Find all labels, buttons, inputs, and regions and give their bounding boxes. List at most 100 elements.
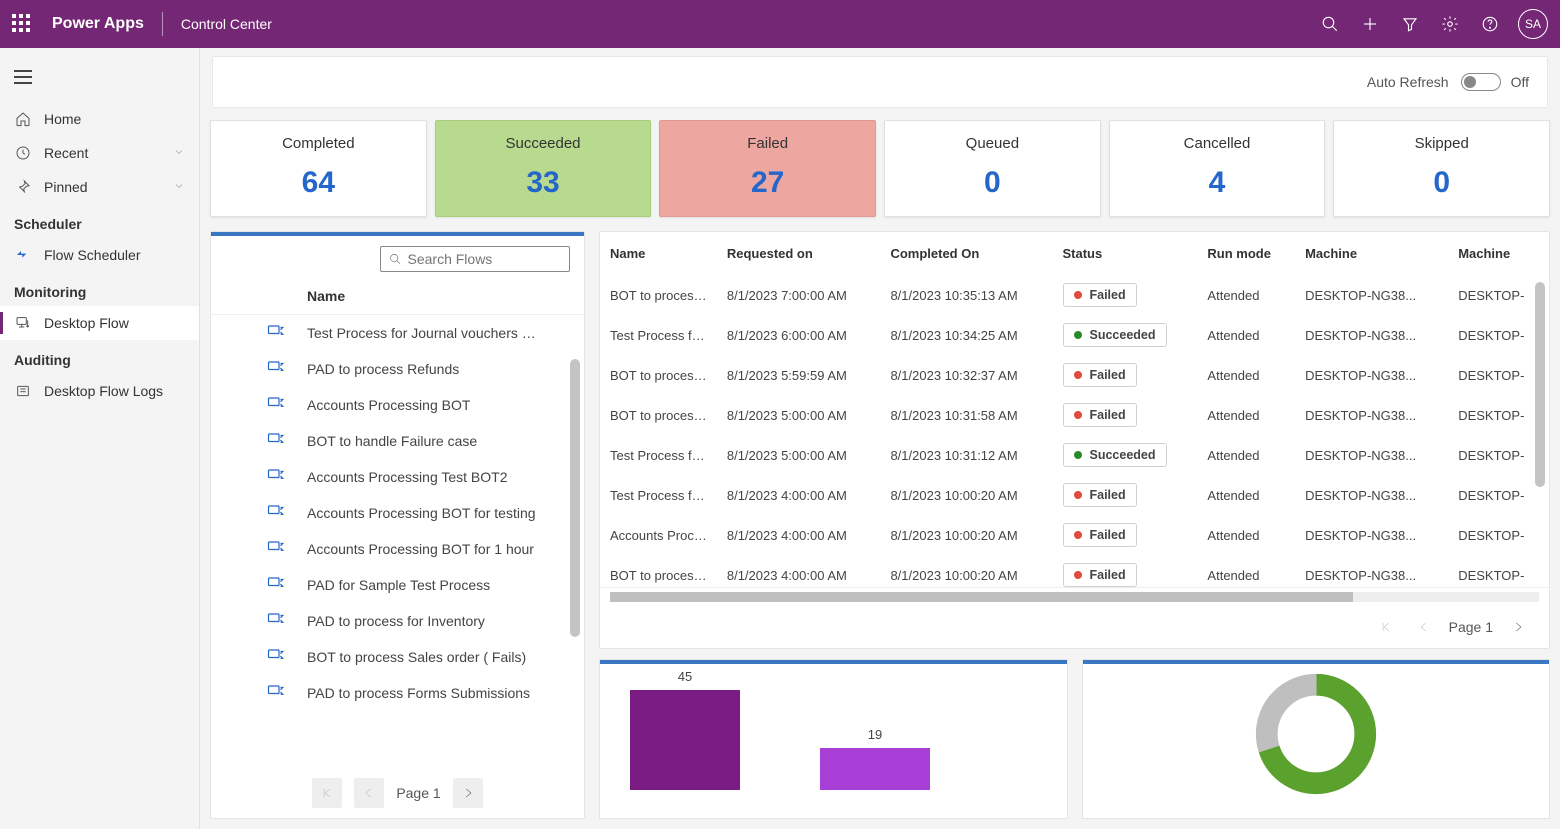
donut-chart — [1083, 664, 1550, 804]
stat-title: Completed — [219, 135, 418, 152]
col-header[interactable]: Run mode — [1197, 232, 1295, 275]
stat-title: Succeeded — [444, 135, 643, 152]
nav-pinned[interactable]: Pinned — [0, 170, 199, 204]
status-pill: Succeeded — [1063, 323, 1167, 347]
stat-card[interactable]: Cancelled 4 — [1109, 120, 1326, 217]
flow-row[interactable]: Test Process for Journal vouchers f... — [211, 315, 584, 351]
stat-card[interactable]: Succeeded 33 — [435, 120, 652, 217]
table-row[interactable]: BOT to process ... 8/1/2023 4:00:00 AM 8… — [600, 555, 1549, 588]
nav-recent[interactable]: Recent — [0, 136, 199, 170]
table-row[interactable]: Test Process for ... 8/1/2023 5:00:00 AM… — [600, 435, 1549, 475]
flow-row[interactable]: Accounts Processing BOT for testing — [211, 495, 584, 531]
pager-prev[interactable] — [1411, 614, 1437, 640]
nav-label: Pinned — [44, 179, 88, 195]
filter-icon[interactable] — [1390, 4, 1430, 44]
flow-row[interactable]: Accounts Processing BOT for 1 hour — [211, 531, 584, 567]
scrollbar[interactable] — [570, 359, 580, 756]
table-row[interactable]: Accounts Proces... 8/1/2023 4:00:00 AM 8… — [600, 515, 1549, 555]
search-input[interactable] — [408, 251, 562, 267]
pager-prev[interactable] — [354, 778, 384, 808]
status-pill: Failed — [1063, 283, 1137, 307]
pager-next[interactable] — [1505, 614, 1531, 640]
avatar[interactable]: SA — [1518, 9, 1548, 39]
status-pill: Failed — [1063, 363, 1137, 387]
search-flows[interactable] — [380, 246, 570, 272]
nav-desktop-flow[interactable]: Desktop Flow — [0, 306, 199, 340]
donut-chart-card — [1082, 659, 1551, 819]
runs-panel: NameRequested onCompleted OnStatusRun mo… — [599, 231, 1550, 819]
nav-label: Recent — [44, 145, 88, 161]
cell-status: Succeeded — [1053, 435, 1198, 475]
auto-refresh-toggle[interactable] — [1461, 73, 1501, 91]
stat-card[interactable]: Queued 0 — [884, 120, 1101, 217]
home-icon — [14, 110, 32, 128]
pager-first[interactable] — [1373, 614, 1399, 640]
stat-value: 27 — [668, 166, 867, 200]
flow-name: Accounts Processing BOT for testing — [307, 505, 536, 521]
help-icon[interactable] — [1470, 4, 1510, 44]
flow-row[interactable]: PAD for Sample Test Process — [211, 567, 584, 603]
flow-item-icon — [265, 395, 289, 415]
cell-machine2: DESKTOP- — [1448, 315, 1549, 355]
table-row[interactable]: Test Process for ... 8/1/2023 4:00:00 AM… — [600, 475, 1549, 515]
col-header[interactable]: Name — [600, 232, 717, 275]
sidebar: Home Recent Pinned Scheduler Flow Schedu… — [0, 48, 200, 829]
pager-next[interactable] — [453, 778, 483, 808]
stat-card[interactable]: Failed 27 — [659, 120, 876, 217]
stat-card[interactable]: Skipped 0 — [1333, 120, 1550, 217]
flow-row[interactable]: Accounts Processing Test BOT2 — [211, 459, 584, 495]
flow-item-icon — [265, 683, 289, 703]
pager-first[interactable] — [312, 778, 342, 808]
flow-item-icon — [265, 359, 289, 379]
nav-home[interactable]: Home — [0, 102, 199, 136]
cell-requested: 8/1/2023 5:00:00 AM — [717, 435, 881, 475]
nav-label: Home — [44, 111, 81, 127]
cell-mode: Attended — [1197, 515, 1295, 555]
flow-row[interactable]: BOT to handle Failure case — [211, 423, 584, 459]
flow-name: PAD for Sample Test Process — [307, 577, 490, 593]
cell-status: Succeeded — [1053, 315, 1198, 355]
h-scrollbar[interactable] — [610, 592, 1539, 602]
cell-requested: 8/1/2023 5:59:59 AM — [717, 355, 881, 395]
flow-name: PAD to process Refunds — [307, 361, 459, 377]
nav-desktop-flow-logs[interactable]: Desktop Flow Logs — [0, 374, 199, 408]
table-row[interactable]: BOT to process ... 8/1/2023 5:59:59 AM 8… — [600, 355, 1549, 395]
app-launcher-icon[interactable] — [12, 14, 32, 34]
col-header[interactable]: Machine — [1295, 232, 1448, 275]
flow-row[interactable]: PAD to process Forms Submissions — [211, 675, 584, 711]
table-row[interactable]: BOT to process ... 8/1/2023 7:00:00 AM 8… — [600, 275, 1549, 315]
cell-machine2: DESKTOP- — [1448, 275, 1549, 315]
cell-requested: 8/1/2023 4:00:00 AM — [717, 555, 881, 588]
section-auditing: Auditing — [0, 340, 199, 374]
col-header[interactable]: Requested on — [717, 232, 881, 275]
search-icon[interactable] — [1310, 4, 1350, 44]
table-row[interactable]: BOT to process ... 8/1/2023 5:00:00 AM 8… — [600, 395, 1549, 435]
flow-row[interactable]: BOT to process Sales order ( Fails) — [211, 639, 584, 675]
add-icon[interactable] — [1350, 4, 1390, 44]
flow-row[interactable]: PAD to process for Inventory — [211, 603, 584, 639]
scrollbar[interactable] — [1535, 282, 1545, 575]
cell-name: Test Process for ... — [600, 315, 717, 355]
table-row[interactable]: Test Process for ... 8/1/2023 6:00:00 AM… — [600, 315, 1549, 355]
cell-machine1: DESKTOP-NG38... — [1295, 275, 1448, 315]
nav-flow-scheduler[interactable]: Flow Scheduler — [0, 238, 199, 272]
cell-mode: Attended — [1197, 355, 1295, 395]
settings-icon[interactable] — [1430, 4, 1470, 44]
cell-completed: 8/1/2023 10:34:25 AM — [880, 315, 1052, 355]
col-header[interactable]: Completed On — [880, 232, 1052, 275]
cell-name: BOT to process ... — [600, 275, 717, 315]
flow-name: Accounts Processing Test BOT2 — [307, 469, 508, 485]
stat-card[interactable]: Completed 64 — [210, 120, 427, 217]
flows-header: Name — [211, 282, 584, 315]
clock-icon — [14, 144, 32, 162]
cell-requested: 8/1/2023 7:00:00 AM — [717, 275, 881, 315]
flow-item-icon — [265, 467, 289, 487]
flow-icon — [14, 246, 32, 264]
col-header[interactable]: Machine — [1448, 232, 1549, 275]
bar-group: 19 — [820, 727, 930, 790]
flow-row[interactable]: PAD to process Refunds — [211, 351, 584, 387]
flow-row[interactable]: Accounts Processing BOT — [211, 387, 584, 423]
hamburger-icon[interactable] — [0, 60, 199, 102]
cell-status: Failed — [1053, 555, 1198, 588]
col-header[interactable]: Status — [1053, 232, 1198, 275]
